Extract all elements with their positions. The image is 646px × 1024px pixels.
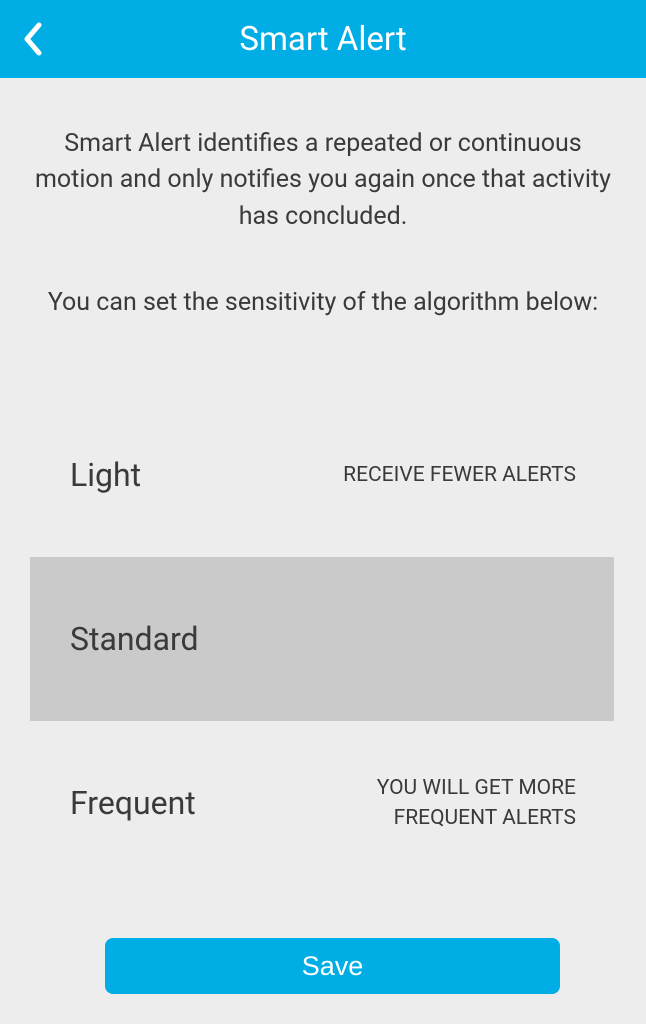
option-standard[interactable]: Standard xyxy=(30,557,614,721)
save-button-label: Save xyxy=(302,951,364,982)
header: Smart Alert xyxy=(0,0,646,78)
sensitivity-options: Light RECEIVE FEWER ALERTS Standard Freq… xyxy=(32,393,614,885)
option-label: Light xyxy=(70,456,141,494)
content-area: Smart Alert identifies a repeated or con… xyxy=(0,78,646,885)
save-button[interactable]: Save xyxy=(105,938,560,994)
option-description: RECEIVE FEWER ALERTS xyxy=(343,460,576,490)
option-light[interactable]: Light RECEIVE FEWER ALERTS xyxy=(32,393,614,557)
page-title: Smart Alert xyxy=(239,20,406,59)
description-text: Smart Alert identifies a repeated or con… xyxy=(32,126,614,235)
option-description: YOU WILL GET MORE FREQUENT ALERTS xyxy=(286,773,576,834)
chevron-left-icon xyxy=(21,21,43,57)
option-label: Standard xyxy=(70,620,199,658)
back-button[interactable] xyxy=(10,17,54,61)
option-label: Frequent xyxy=(70,784,196,822)
option-frequent[interactable]: Frequent YOU WILL GET MORE FREQUENT ALER… xyxy=(32,721,614,885)
subdescription-text: You can set the sensitivity of the algor… xyxy=(32,285,614,321)
